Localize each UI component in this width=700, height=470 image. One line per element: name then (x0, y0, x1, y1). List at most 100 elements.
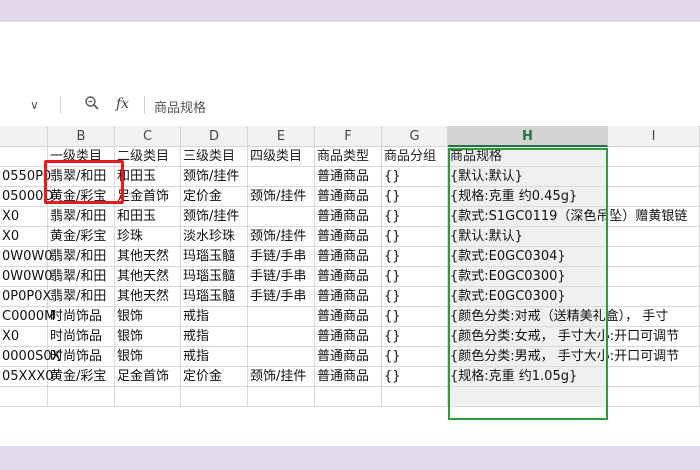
table-cell[interactable]: 0550P0 (0, 167, 51, 187)
table-cell[interactable]: X0 (0, 227, 48, 247)
table-cell[interactable]: 翡翠/和田 (48, 207, 115, 227)
table-cell[interactable]: 黄金/彩宝 (48, 227, 115, 247)
column-header-e[interactable]: E (248, 126, 315, 147)
table-cell[interactable] (608, 187, 700, 207)
table-cell[interactable]: {} (382, 267, 448, 287)
table-cell[interactable]: {颜色分类:女戒， 手寸大小:开口可调节 (448, 327, 679, 347)
table-cell[interactable]: {} (382, 367, 448, 387)
table-cell[interactable]: {颜色分类:男戒， 手寸大小:开口可调节 (448, 347, 679, 367)
table-cell[interactable]: {} (382, 347, 448, 367)
table-cell[interactable] (248, 167, 315, 187)
table-cell[interactable]: 玛瑙玉髓 (181, 247, 248, 267)
table-cell[interactable]: 翡翠/和田 (48, 167, 115, 187)
table-cell[interactable]: {款式:E0GC0304} (448, 247, 608, 267)
table-cell[interactable]: {规格:克重 约0.45g} (448, 187, 608, 207)
fx-icon[interactable]: fx (116, 96, 129, 112)
table-cell[interactable]: 珍珠 (115, 227, 181, 247)
table-cell[interactable]: 05000D (0, 187, 53, 207)
table-cell[interactable]: X0 (0, 327, 48, 347)
table-cell[interactable]: 05XXX0 (0, 367, 54, 387)
table-cell[interactable]: 手链/手串 (248, 267, 315, 287)
table-cell[interactable]: {款式:E0GC0300} (448, 267, 608, 287)
table-cell[interactable]: 普通商品 (315, 207, 382, 227)
header-cell[interactable]: 三级类目 (181, 147, 248, 167)
table-cell[interactable]: 普通商品 (315, 367, 382, 387)
table-cell[interactable] (608, 367, 700, 387)
table-cell[interactable]: 0000S0X (0, 347, 61, 367)
table-cell[interactable]: 颈饰/挂件 (248, 367, 315, 387)
table-cell[interactable]: {} (382, 327, 448, 347)
table-cell[interactable]: 和田玉 (115, 167, 181, 187)
table-cell[interactable]: 0W0W0 (0, 247, 53, 267)
table-cell[interactable]: {} (382, 287, 448, 307)
column-header-d[interactable]: D (181, 126, 248, 147)
table-cell[interactable]: 普通商品 (315, 307, 382, 327)
table-cell[interactable] (248, 387, 315, 407)
table-cell[interactable]: 颈饰/挂件 (248, 227, 315, 247)
table-cell[interactable]: 翡翠/和田 (48, 247, 115, 267)
table-cell[interactable] (248, 347, 315, 367)
table-cell[interactable]: 银饰 (115, 327, 181, 347)
column-header-b[interactable]: B (48, 126, 115, 147)
table-cell[interactable] (48, 387, 115, 407)
header-cell[interactable]: 四级类目 (248, 147, 315, 167)
table-cell[interactable] (608, 167, 700, 187)
table-cell[interactable]: {规格:克重 约1.05g} (448, 367, 608, 387)
table-cell[interactable]: 0P0P0X (0, 287, 51, 307)
table-cell[interactable]: {款式:E0GC0300} (448, 287, 608, 307)
table-cell[interactable] (448, 387, 608, 407)
table-cell[interactable] (608, 327, 700, 347)
table-cell[interactable]: 淡水珍珠 (181, 227, 248, 247)
table-cell[interactable]: 戒指 (181, 347, 248, 367)
table-cell[interactable]: 其他天然 (115, 247, 181, 267)
table-cell[interactable] (181, 387, 248, 407)
table-cell[interactable]: 时尚饰品 (48, 327, 115, 347)
header-cell[interactable] (0, 147, 48, 167)
table-cell[interactable]: 银饰 (115, 347, 181, 367)
table-cell[interactable]: {} (382, 187, 448, 207)
table-cell[interactable]: 和田玉 (115, 207, 181, 227)
header-cell[interactable]: 一级类目 (48, 147, 115, 167)
table-cell[interactable]: 普通商品 (315, 167, 382, 187)
column-header-f[interactable]: F (315, 126, 382, 147)
table-cell[interactable]: 普通商品 (315, 287, 382, 307)
table-cell[interactable]: 足金首饰 (115, 367, 181, 387)
table-cell[interactable]: 0W0W0 (0, 267, 53, 287)
table-cell[interactable] (382, 387, 448, 407)
table-cell[interactable]: 定价金 (181, 187, 248, 207)
table-cell[interactable] (608, 347, 700, 367)
table-cell[interactable]: {颜色分类:对戒（送精美礼盒）， 手寸 (448, 307, 668, 327)
table-cell[interactable] (315, 387, 382, 407)
table-cell[interactable]: 定价金 (181, 367, 248, 387)
table-cell[interactable] (608, 267, 700, 287)
table-cell[interactable]: 颈饰/挂件 (181, 167, 248, 187)
table-cell[interactable]: 黄金/彩宝 (48, 187, 115, 207)
table-cell[interactable]: 翡翠/和田 (48, 267, 115, 287)
table-cell[interactable]: {} (382, 227, 448, 247)
chevron-down-icon[interactable]: ∨ (30, 98, 39, 112)
table-cell[interactable] (115, 387, 181, 407)
formula-input[interactable]: 商品规格 (154, 97, 206, 116)
header-cell[interactable]: 商品分组 (382, 147, 448, 167)
column-header-c[interactable]: C (115, 126, 181, 147)
table-cell[interactable]: 银饰 (115, 307, 181, 327)
table-cell[interactable]: {} (382, 307, 448, 327)
table-cell[interactable]: 玛瑙玉髓 (181, 287, 248, 307)
table-cell[interactable]: 足金首饰 (115, 187, 181, 207)
table-cell[interactable]: X0 (0, 207, 48, 227)
table-cell[interactable]: 戒指 (181, 327, 248, 347)
table-cell[interactable] (608, 227, 700, 247)
table-cell[interactable]: {款式:S1GC0119（深色吊坠）赠黄银链 (448, 207, 687, 227)
table-cell[interactable]: 手链/手串 (248, 247, 315, 267)
column-header-partial[interactable] (0, 126, 48, 147)
table-cell[interactable] (608, 207, 700, 227)
table-cell[interactable]: 普通商品 (315, 267, 382, 287)
column-header-g[interactable]: G (382, 126, 448, 147)
table-cell[interactable]: 普通商品 (315, 347, 382, 367)
table-cell[interactable]: 时尚饰品 (48, 307, 115, 327)
table-cell[interactable] (248, 307, 315, 327)
table-cell[interactable] (608, 387, 700, 407)
table-cell[interactable] (608, 247, 700, 267)
table-cell[interactable] (608, 287, 700, 307)
table-cell[interactable] (0, 387, 48, 407)
